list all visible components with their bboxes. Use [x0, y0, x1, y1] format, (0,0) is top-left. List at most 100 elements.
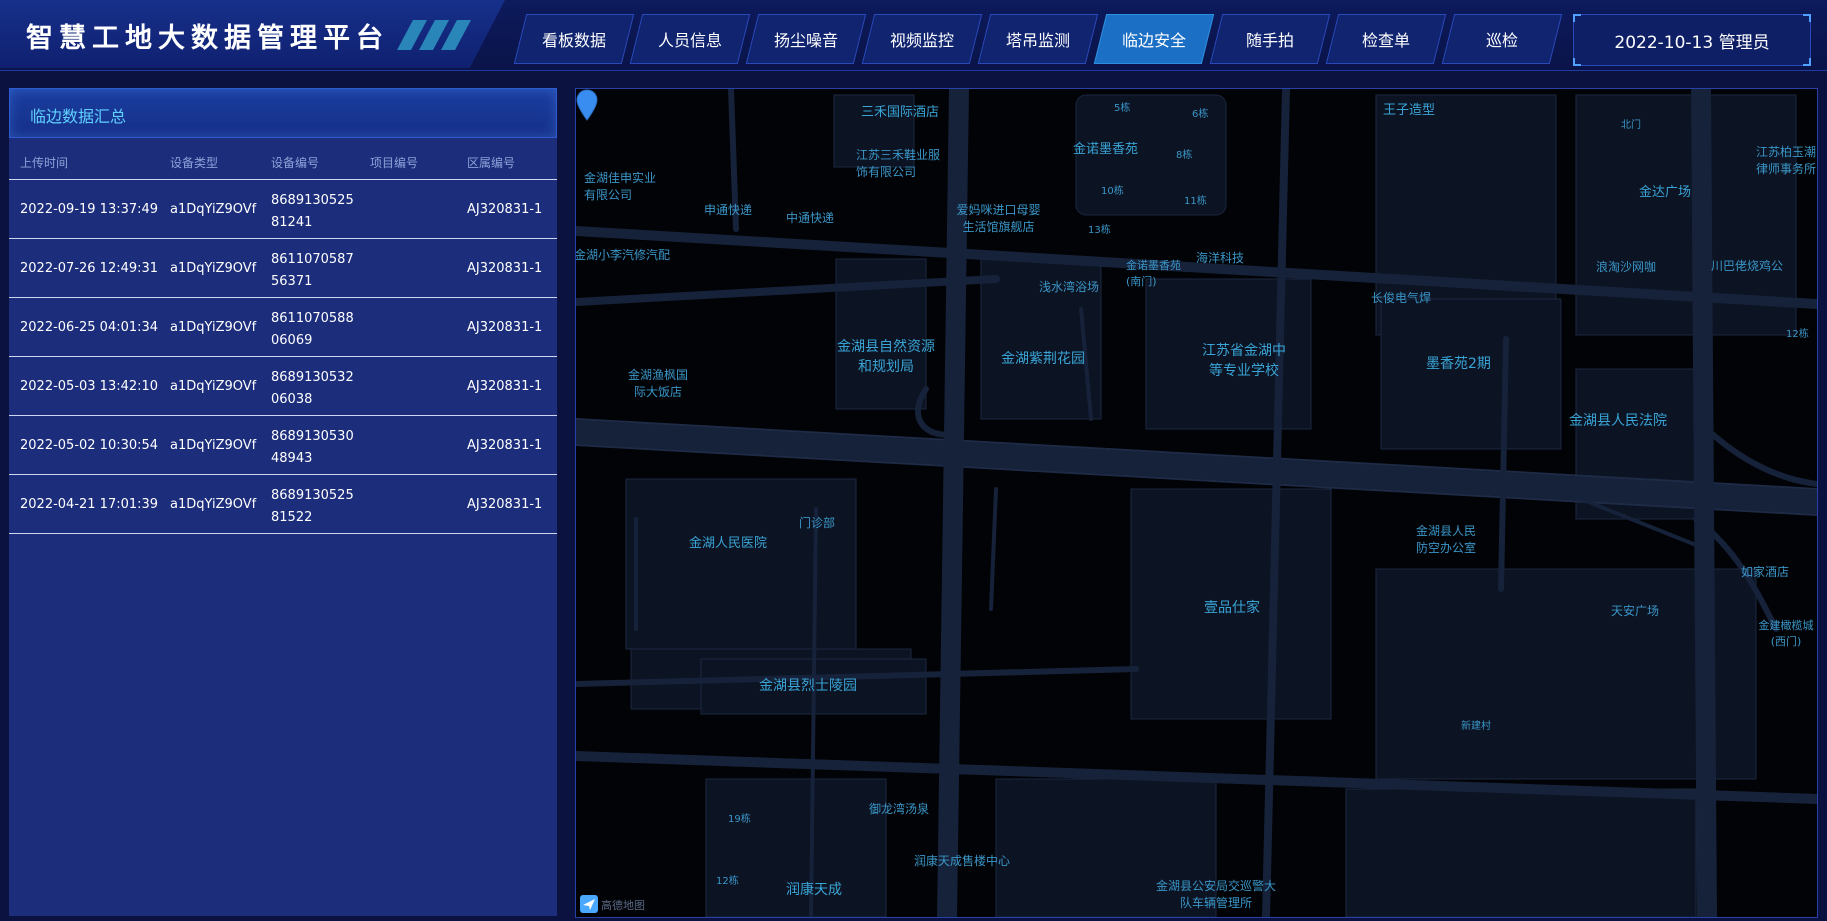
map-poi-label: 门诊部: [799, 516, 836, 530]
table-row[interactable]: 2022-07-26 12:49:31 a1DqYiZ9OVf 86110705…: [9, 239, 557, 298]
map-poi-label: 御龙湾汤泉: [869, 802, 930, 816]
cell-device-type: a1DqYiZ9OVf: [170, 379, 257, 394]
map-poi-label: 润康天成: [786, 882, 842, 898]
tab-checklist[interactable]: 检查单: [1325, 14, 1447, 64]
map-poi-label: 金诺墨香苑: [1073, 142, 1139, 157]
map-poi-label: 润康天成售楼中心: [914, 854, 1011, 868]
map-poi-label: 金湖县烈士陵园: [759, 678, 857, 694]
cell-device-type: a1DqYiZ9OVf: [170, 202, 257, 217]
map-poi-label: 江苏三禾鞋业服饰有限公司: [856, 148, 941, 179]
map-poi-label: 金诺墨香苑(南门): [1126, 259, 1181, 288]
top-header: 智慧工地大数据管理平台 看板数据 人员信息 扬尘噪音 视频监控 塔吊监测 临边安…: [0, 0, 1827, 71]
map-poi-label: 12栋: [1786, 329, 1809, 340]
cell-device-no: 868913053206038: [271, 370, 354, 407]
map-roads: [576, 89, 1817, 917]
col-project-no: 项目编号: [370, 156, 419, 170]
cell-area-no: AJ320831-1: [467, 379, 543, 394]
map-poi-label: 如家酒店: [1741, 565, 1790, 579]
cell-device-no: 868913052581522: [271, 488, 354, 525]
col-device-no: 设备编号: [271, 156, 320, 170]
edge-data-panel: 临边数据汇总 上传时间 设备类型 设备编号 项目编号 区属编号 2022-09-…: [9, 88, 557, 916]
cell-device-no: 868913052581241: [271, 193, 354, 230]
cell-device-type: a1DqYiZ9OVf: [170, 261, 257, 276]
map-poi-label: 海洋科技: [1196, 251, 1245, 265]
map-poi-label: 金湖县公安局交巡警大队车辆管理所: [1156, 879, 1277, 910]
map-poi-label: 江苏省金湖中等专业学校: [1202, 343, 1286, 379]
map-poi-label: 金建橄榄城(西门): [1758, 619, 1814, 648]
map-poi-label: 浪淘沙网咖: [1596, 260, 1657, 274]
map-poi-label: 浅水湾浴场: [1039, 280, 1100, 294]
cell-upload-time: 2022-06-25 04:01:34: [20, 320, 159, 335]
map-poi-label: 中通快递: [786, 211, 835, 225]
map-logo-text: 高德地图: [601, 899, 645, 912]
map-poi-label: 壹品仕家: [1204, 600, 1260, 616]
tab-snapshot[interactable]: 随手拍: [1209, 14, 1331, 64]
cell-device-type: a1DqYiZ9OVf: [170, 320, 257, 335]
tab-tower-crane[interactable]: 塔吊监测: [977, 14, 1099, 64]
location-pin-icon[interactable]: [576, 89, 598, 121]
map-poi-label: 天安广场: [1611, 604, 1660, 618]
table-row[interactable]: 2022-09-19 13:37:49 a1DqYiZ9OVf 86891305…: [9, 180, 557, 239]
map-poi-label: 江苏柏玉潮律师事务所: [1756, 145, 1817, 176]
cell-upload-time: 2022-04-21 17:01:39: [20, 497, 159, 512]
map-poi-label: 王子造型: [1383, 103, 1436, 118]
map-poi-label: 金达广场: [1639, 185, 1692, 200]
map-poi-label: 12栋: [716, 876, 739, 887]
panel-title: 临边数据汇总: [30, 107, 127, 126]
cell-area-no: AJ320831-1: [467, 438, 543, 453]
table-row[interactable]: 2022-04-21 17:01:39 a1DqYiZ9OVf 86891305…: [9, 475, 557, 534]
map-poi-label: 10栋: [1101, 186, 1124, 197]
map-poi-label: 金湖人民医院: [689, 536, 768, 551]
map-provider-logo: 高德地图: [580, 895, 645, 913]
cell-device-type: a1DqYiZ9OVf: [170, 497, 257, 512]
tab-personnel[interactable]: 人员信息: [629, 14, 751, 64]
map-poi-label: 川巴佬烧鸡公: [1711, 259, 1784, 273]
cell-device-type: a1DqYiZ9OVf: [170, 438, 257, 453]
cell-upload-time: 2022-05-03 13:42:10: [20, 379, 159, 394]
table-row[interactable]: 2022-06-25 04:01:34 a1DqYiZ9OVf 86110705…: [9, 298, 557, 357]
cell-device-no: 861107058806069: [271, 311, 354, 348]
map-poi-label: 爱妈咪进口母婴生活馆旗舰店: [956, 203, 1041, 234]
map-view[interactable]: 三禾国际酒店 5栋 6栋 王子造型 北门 江苏柏玉潮律师事务所 江苏三禾鞋业服饰…: [575, 88, 1818, 918]
map-poi-label: 北门: [1621, 120, 1641, 131]
col-device-type: 设备类型: [170, 156, 219, 170]
amap-icon: [580, 895, 598, 913]
panel-title-bar: 临边数据汇总: [9, 88, 557, 138]
table-row[interactable]: 2022-05-03 13:42:10 a1DqYiZ9OVf 86891305…: [9, 357, 557, 416]
map-poi-label: 金湖渔枫国际大饭店: [627, 368, 688, 399]
map-poi-label: 5栋: [1114, 103, 1131, 114]
page-title: 智慧工地大数据管理平台: [26, 23, 389, 54]
map-poi-label: 墨香苑2期: [1426, 356, 1491, 372]
date-user-box[interactable]: 2022-10-13 管理员: [1573, 14, 1811, 66]
date-user-text: 2022-10-13 管理员: [1614, 32, 1770, 53]
col-area-no: 区属编号: [467, 156, 516, 170]
tab-video[interactable]: 视频监控: [861, 14, 983, 64]
tab-dust-noise[interactable]: 扬尘噪音: [745, 14, 867, 64]
map-poi-label: 13栋: [1088, 225, 1111, 236]
map-poi-label: 金湖佳申实业有限公司: [584, 171, 657, 202]
cell-upload-time: 2022-09-19 13:37:49: [20, 202, 159, 217]
map-poi-label: 金湖县自然资源和规划局: [837, 339, 935, 375]
map-poi-label: 19栋: [728, 814, 751, 825]
map-poi-label: 11栋: [1184, 196, 1207, 207]
table-header: 上传时间 设备类型 设备编号 项目编号 区属编号: [9, 154, 557, 180]
cell-area-no: AJ320831-1: [467, 261, 543, 276]
col-upload-time: 上传时间: [20, 156, 69, 170]
map-poi-label: 金湖县人民法院: [1569, 413, 1667, 429]
map-poi-label: 金湖紫荆花园: [1001, 351, 1085, 367]
cell-area-no: AJ320831-1: [467, 320, 543, 335]
cell-area-no: AJ320831-1: [467, 497, 543, 512]
title-banner: 智慧工地大数据管理平台: [0, 0, 505, 68]
map-poi-label: 6栋: [1192, 109, 1209, 120]
cell-area-no: AJ320831-1: [467, 202, 543, 217]
tab-kanban-data[interactable]: 看板数据: [513, 14, 635, 64]
cell-device-no: 868913053048943: [271, 429, 354, 466]
tab-edge-safety[interactable]: 临边安全: [1093, 14, 1215, 64]
map-poi-label: 申通快递: [704, 203, 753, 217]
tab-patrol[interactable]: 巡检: [1441, 14, 1563, 64]
map-poi-label: 金湖县人民防空办公室: [1415, 524, 1476, 555]
table-row[interactable]: 2022-05-02 10:30:54 a1DqYiZ9OVf 86891305…: [9, 416, 557, 475]
map-poi-label: 长俊电气焊: [1371, 291, 1432, 305]
cell-upload-time: 2022-07-26 12:49:31: [20, 261, 159, 276]
cell-upload-time: 2022-05-02 10:30:54: [20, 438, 159, 453]
